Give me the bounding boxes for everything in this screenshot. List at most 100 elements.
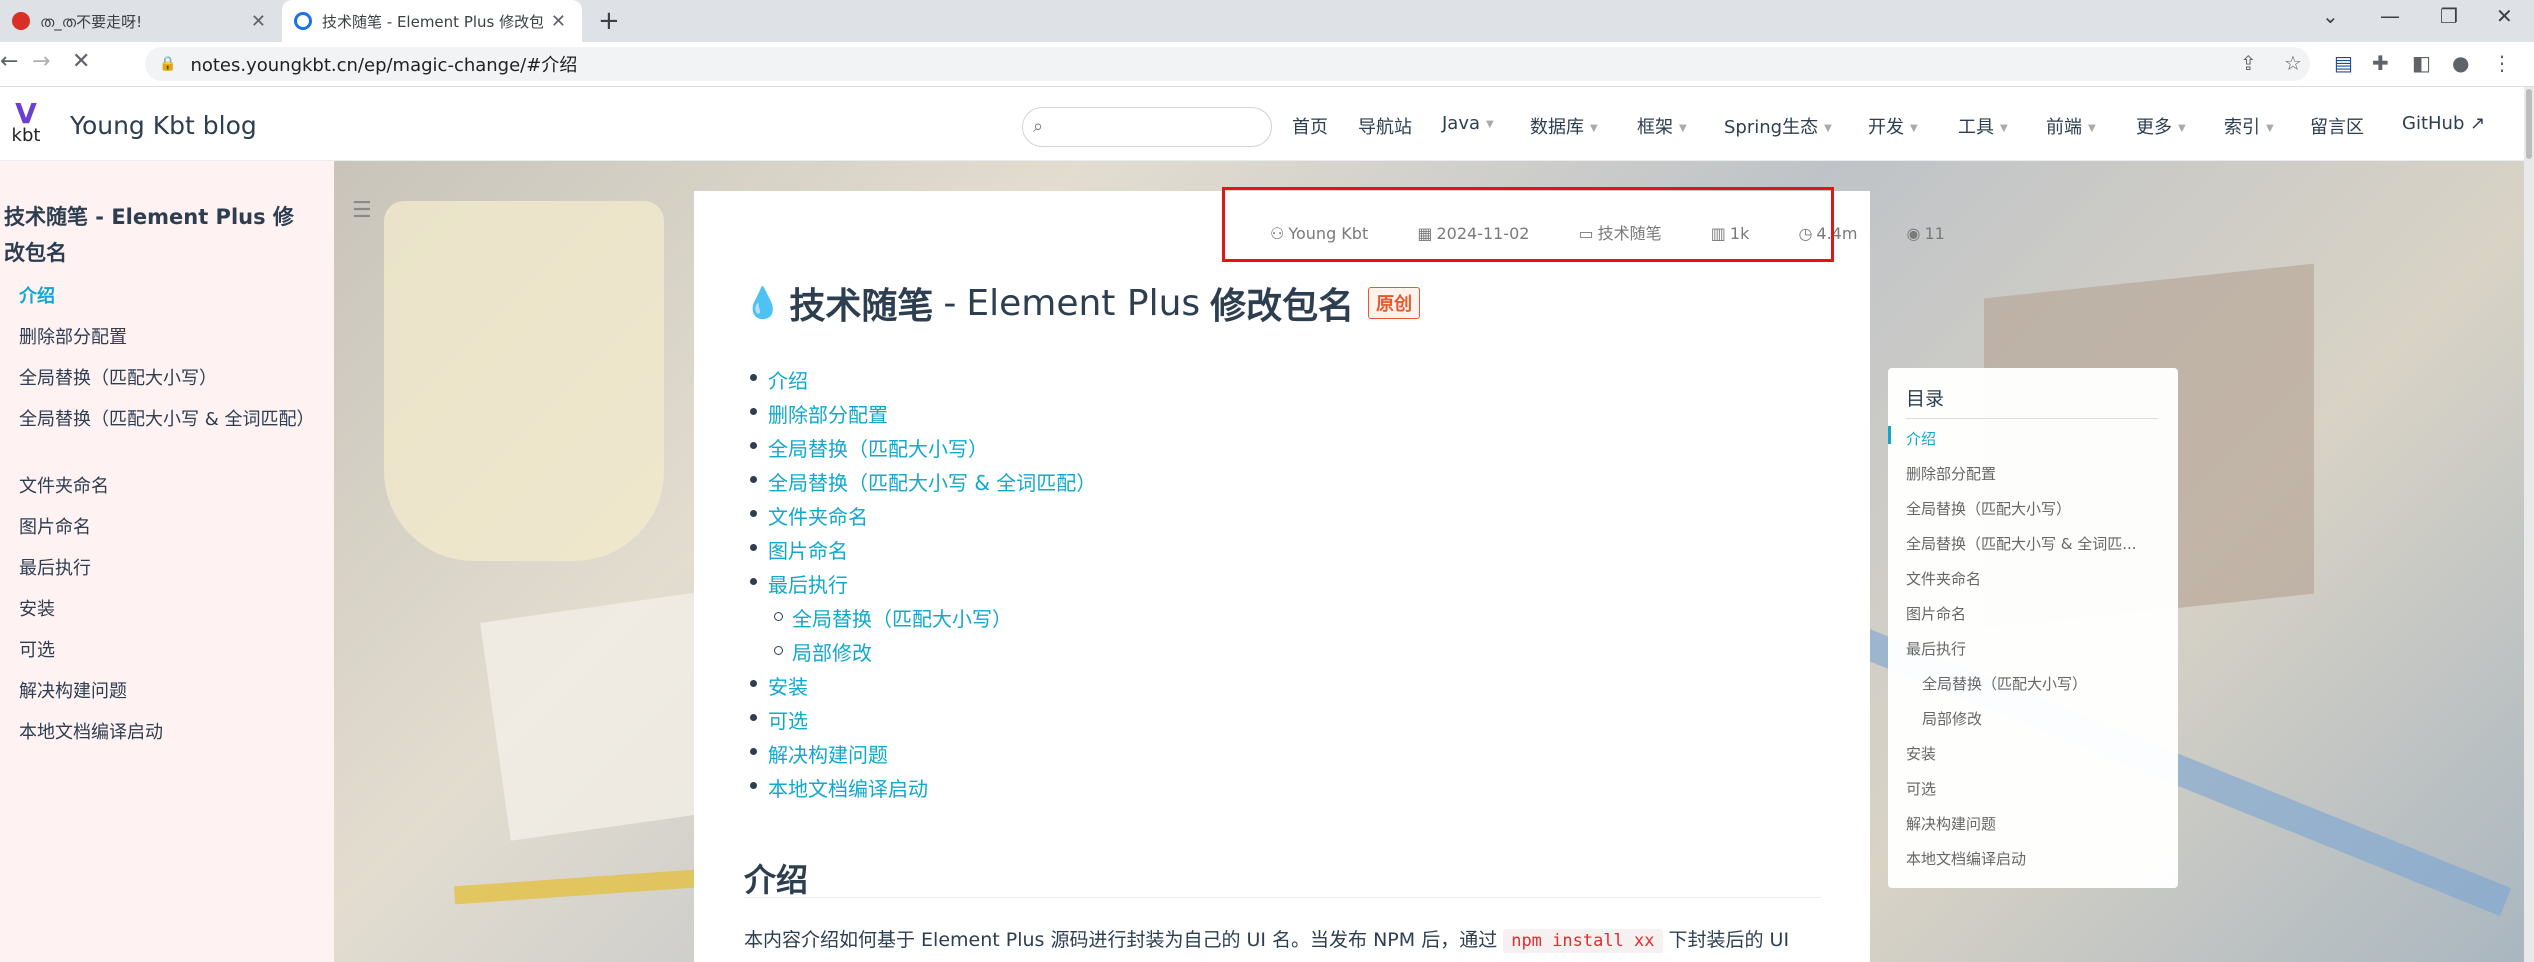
address-bar[interactable]: 🔒 notes.youngkbt.cn/ep/magic-change/#介绍 — [145, 47, 2310, 81]
toc-link[interactable]: 局部修改 — [774, 637, 872, 666]
toc-link[interactable]: 本地文档编译启动 — [750, 773, 928, 802]
nav-item-label: 导航站 — [1358, 117, 1412, 138]
chevron-down-icon: ▼ — [2000, 122, 2008, 134]
nav-item[interactable]: 开发 ▼ — [1868, 113, 1918, 139]
left-sidebar: 技术随笔 - Element Plus 修改包名 介绍删除部分配置 全局替换（匹配… — [0, 161, 334, 962]
nav-item[interactable]: 留言区 — [2310, 113, 2364, 139]
reading-list-icon[interactable]: ▤ — [2334, 51, 2353, 75]
right-toc-link[interactable]: 文件夹命名 — [1906, 568, 2156, 589]
url-text: notes.youngkbt.cn/ep/magic-change/#介绍 — [190, 55, 578, 76]
nav-item[interactable]: Spring生态 ▼ — [1724, 113, 1832, 139]
toc-link[interactable]: 全局替换（匹配大小写） — [774, 603, 1012, 632]
chevron-down-icon: ▼ — [2088, 122, 2096, 134]
search-icon: ⌕ — [1033, 116, 1044, 137]
meta-views: ◉ 11 — [1906, 224, 1945, 243]
toc-link[interactable]: 介绍 — [750, 365, 808, 394]
nav-item[interactable]: 数据库 ▼ — [1530, 113, 1598, 139]
nav-item-label: 框架 — [1637, 117, 1673, 138]
site-logo[interactable]: V kbt — [4, 100, 48, 149]
profile-avatar-icon[interactable]: ● — [2452, 51, 2469, 75]
nav-item[interactable]: 框架 ▼ — [1637, 113, 1687, 139]
sidebar-item[interactable]: 本地文档编译启动 — [19, 721, 309, 745]
extensions-icon[interactable]: ✚ — [2372, 51, 2389, 75]
right-toc-link[interactable]: 局部修改 — [1922, 708, 2172, 729]
nav-item-label: GitHub ↗ — [2402, 113, 2486, 134]
back-icon[interactable]: ← — [0, 49, 18, 74]
logo-text: kbt — [11, 125, 41, 146]
right-toc-link[interactable]: 解决构建问题 — [1906, 813, 2156, 834]
nav-item-label: 工具 — [1958, 117, 1994, 138]
right-toc-link[interactable]: 可选 — [1906, 778, 2156, 799]
sidebar-item[interactable]: 可选 — [19, 639, 309, 663]
sidebar-item[interactable]: 删除部分配置 — [19, 326, 309, 350]
close-tab-icon[interactable]: ✕ — [251, 11, 266, 32]
right-toc-link[interactable]: 安装 — [1906, 743, 2156, 764]
tab-search-icon[interactable]: ⌄ — [2322, 4, 2339, 28]
toc-link[interactable]: 解决构建问题 — [750, 739, 888, 768]
site-name[interactable]: Young Kbt blog — [70, 111, 257, 140]
lock-icon[interactable]: 🔒 — [159, 56, 176, 72]
sidebar-item[interactable]: 文件夹命名 — [19, 475, 309, 499]
browser-tab[interactable]: ത_ത不要走呀! ✕ — [0, 0, 282, 42]
nav-item[interactable]: 工具 ▼ — [1958, 113, 2008, 139]
right-toc-link[interactable]: 最后执行 — [1906, 638, 2156, 659]
web-page: V kbt Young Kbt blog ⌕ 首页 导航站 Java ▼ 数据库 ▼ 框架 ▼… — [0, 87, 2534, 962]
toc-link[interactable]: 全局替换（匹配大小写） — [750, 433, 988, 462]
sidebar-item[interactable]: 介绍 — [19, 285, 309, 309]
right-toc-link[interactable]: 全局替换（匹配大小写 & 全词匹... — [1906, 533, 2156, 554]
toc-link[interactable]: 删除部分配置 — [750, 399, 888, 428]
nav-item[interactable]: GitHub ↗ — [2402, 113, 2485, 134]
sidebar-item[interactable]: 解决构建问题 — [19, 680, 309, 704]
browser-menu-icon[interactable]: ⋮ — [2492, 51, 2512, 75]
right-toc-link[interactable]: 全局替换（匹配大小写） — [1922, 673, 2172, 694]
toc-link[interactable]: 安装 — [750, 671, 808, 700]
side-panel-icon[interactable]: ◧ — [2412, 51, 2431, 75]
toc-link[interactable]: 全局替换（匹配大小写 & 全词匹配） — [749, 467, 1096, 496]
stop-loading-icon[interactable]: ✕ — [72, 49, 90, 74]
bookmark-star-icon[interactable]: ☆ — [2284, 51, 2302, 75]
nav-item-label: 数据库 — [1530, 117, 1584, 138]
toc-link[interactable]: 文件夹命名 — [750, 501, 868, 530]
nav-item[interactable]: 首页 — [1292, 113, 1328, 139]
toc-link[interactable]: 最后执行 — [750, 569, 848, 598]
close-window-icon[interactable]: ✕ — [2496, 4, 2513, 28]
right-toc-link[interactable]: 全局替换（匹配大小写） — [1906, 498, 2156, 519]
site-navbar: V kbt Young Kbt blog ⌕ 首页 导航站 Java ▼ 数据库 ▼ 框架 ▼… — [0, 87, 2534, 161]
page-scrollbar[interactable] — [2524, 87, 2534, 962]
right-toc-link[interactable]: 介绍 — [1906, 428, 2156, 449]
right-toc-link[interactable]: 删除部分配置 — [1906, 463, 2156, 484]
scrollbar-thumb[interactable] — [2526, 89, 2532, 159]
chevron-down-icon: ▼ — [2178, 122, 2186, 134]
eye-icon: ◉ — [1906, 224, 1921, 243]
sidebar-item[interactable]: 全局替换（匹配大小写 & 全词匹配） — [19, 408, 314, 432]
toc-link[interactable]: 图片命名 — [750, 535, 848, 564]
site-favicon-icon — [12, 12, 30, 30]
minimize-icon[interactable]: — — [2380, 4, 2400, 28]
toc-link[interactable]: 可选 — [750, 705, 808, 734]
chevron-down-icon: ▼ — [2266, 122, 2274, 134]
sidebar-item[interactable]: 安装 — [19, 598, 309, 622]
nav-item[interactable]: 索引 ▼ — [2224, 113, 2274, 139]
right-toc-link[interactable]: 图片命名 — [1906, 603, 2156, 624]
sidebar-item[interactable]: 全局替换（匹配大小写） — [19, 367, 309, 391]
nav-item[interactable]: 前端 ▼ — [2046, 113, 2096, 139]
chevron-down-icon: ▼ — [1679, 122, 1687, 134]
browser-tab-active[interactable]: 技术随笔 - Element Plus 修改包 ✕ — [282, 0, 582, 42]
sidebar-item[interactable]: 图片命名 — [19, 516, 309, 540]
nav-item[interactable]: 导航站 — [1358, 113, 1412, 139]
browser-toolbar: ← → ✕ 🔒 notes.youngkbt.cn/ep/magic-chang… — [0, 42, 2534, 87]
sidebar-item[interactable]: 最后执行 — [19, 557, 309, 581]
nav-item-label: 前端 — [2046, 117, 2082, 138]
forward-icon[interactable]: → — [32, 49, 50, 74]
close-tab-icon[interactable]: ✕ — [551, 11, 566, 32]
site-search-input[interactable]: ⌕ — [1022, 107, 1272, 147]
restore-icon[interactable]: ❐ — [2440, 4, 2458, 28]
right-toc-link[interactable]: 本地文档编译启动 — [1906, 848, 2156, 869]
sidebar-title[interactable]: 技术随笔 - Element Plus 修改包名 — [4, 199, 304, 271]
nav-item[interactable]: Java ▼ — [1442, 113, 1494, 134]
new-tab-icon[interactable]: + — [598, 6, 620, 36]
nav-item[interactable]: 更多 ▼ — [2136, 113, 2186, 139]
share-icon[interactable]: ⇪ — [2240, 51, 2257, 75]
nav-item-label: 更多 — [2136, 117, 2172, 138]
sidebar-toggle-icon[interactable]: ☰ — [352, 198, 372, 223]
